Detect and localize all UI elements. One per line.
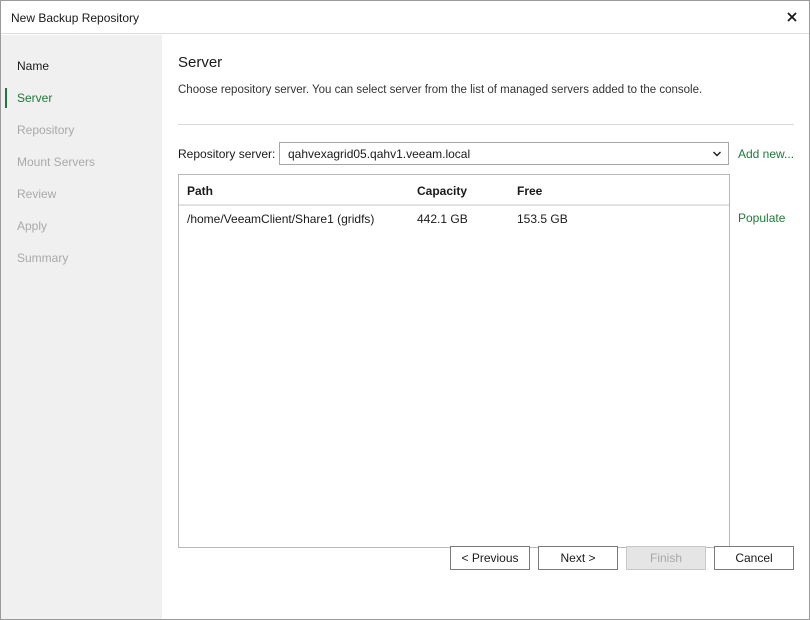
repository-paths-table[interactable]: Path Capacity Free /home/VeeamClient/Sha… [178,174,730,548]
cancel-button[interactable]: Cancel [714,546,794,570]
cell-path: /home/VeeamClient/Share1 (gridfs) [187,212,375,226]
page-description: Choose repository server. You can select… [178,84,703,96]
previous-button[interactable]: < Previous [450,546,530,570]
table-row[interactable]: /home/VeeamClient/Share1 (gridfs) 442.1 … [179,208,729,230]
column-header-free[interactable]: Free [517,184,542,198]
wizard-content: Server Choose repository server. You can… [162,35,809,619]
new-backup-repository-dialog: New Backup Repository Name Server Reposi… [0,0,810,620]
step-name[interactable]: Name [1,55,162,77]
repository-server-dropdown[interactable]: qahvexagrid05.qahv1.veeam.local [279,142,729,165]
wizard-steps-sidebar: Name Server Repository Mount Servers Rev… [1,35,162,619]
table-header: Path Capacity Free [179,175,729,206]
repository-server-label: Repository server: [178,147,276,161]
title-bar: New Backup Repository [1,1,809,34]
repository-server-value: qahvexagrid05.qahv1.veeam.local [288,147,471,161]
page-title: Server [178,54,223,71]
finish-button: Finish [626,546,706,570]
next-button[interactable]: Next > [538,546,618,570]
step-review: Review [17,187,57,201]
step-mount-servers: Mount Servers [17,155,96,169]
header-divider [178,124,794,125]
step-server[interactable]: Server [1,87,162,109]
populate-link[interactable]: Populate [738,211,785,225]
column-header-capacity[interactable]: Capacity [417,184,467,198]
chevron-down-icon [713,151,721,157]
column-header-path[interactable]: Path [187,184,213,198]
close-icon [787,12,797,22]
close-button[interactable] [781,6,803,28]
step-repository: Repository [17,123,75,137]
add-new-server-link[interactable]: Add new... [738,147,794,161]
step-summary: Summary [17,251,69,265]
cell-free: 153.5 GB [517,212,568,226]
cell-capacity: 442.1 GB [417,212,468,226]
step-apply: Apply [17,219,48,233]
window-title: New Backup Repository [11,11,140,25]
